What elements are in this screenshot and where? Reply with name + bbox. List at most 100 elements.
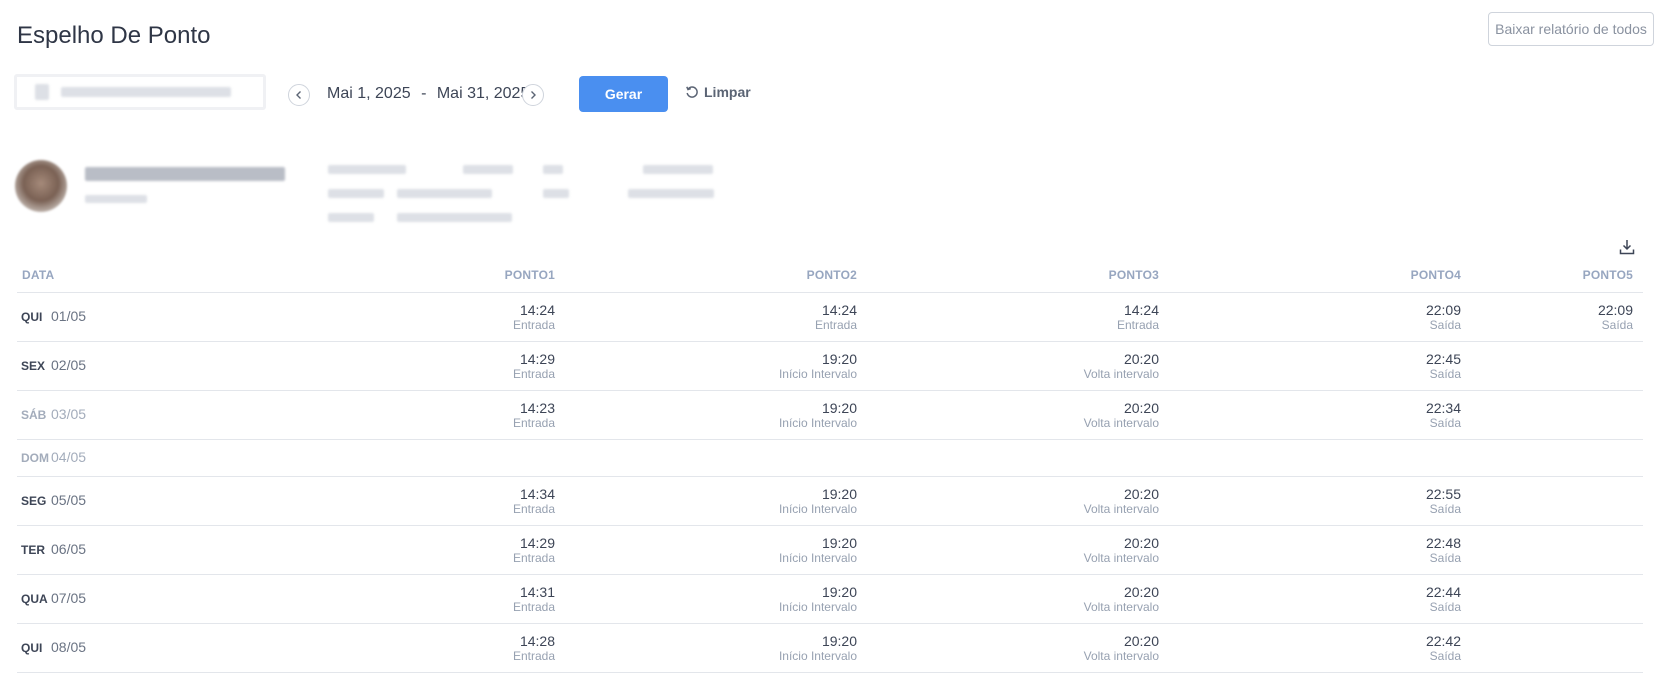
punch-cell-1: 14:29 Entrada bbox=[263, 341, 565, 391]
chevron-right-icon bbox=[531, 91, 536, 99]
punch-cell-5 bbox=[1471, 574, 1643, 624]
weekday-label: QUA bbox=[21, 592, 48, 606]
punch-type: Saída bbox=[1601, 317, 1633, 332]
header-ponto4: PONTO4 bbox=[1169, 258, 1471, 293]
punch-type: Saída bbox=[1429, 648, 1461, 663]
date-label: 07/05 bbox=[51, 590, 87, 606]
punch-time: 14:31 bbox=[519, 583, 555, 600]
punch-type: Início Intervalo bbox=[778, 415, 857, 430]
punch-cell-3: 20:20 Volta intervalo bbox=[867, 574, 1169, 624]
punch-type: Início Intervalo bbox=[778, 501, 857, 516]
punch-cell-4: 22:42 Saída bbox=[1169, 623, 1471, 673]
weekday-label: SÁB bbox=[21, 408, 47, 422]
employee-select[interactable] bbox=[14, 74, 266, 110]
table-row: SÁB 03/05 14:23 Entrada 19:20 Início Interval… bbox=[17, 390, 1643, 440]
punch-time: 20:20 bbox=[1123, 632, 1159, 649]
date-cell: SEX 02/05 bbox=[17, 341, 263, 391]
punch-cell-5 bbox=[1471, 439, 1643, 477]
punch-time: 22:09 bbox=[1425, 301, 1461, 318]
punch-cell-1: 14:28 Entrada bbox=[263, 623, 565, 673]
punch-time: 14:24 bbox=[1123, 301, 1159, 318]
punch-type: Entrada bbox=[512, 366, 555, 381]
punch-time: 19:20 bbox=[821, 350, 857, 367]
punch-cell-1: 14:31 Entrada bbox=[263, 574, 565, 624]
chevron-left-icon bbox=[296, 91, 301, 99]
download-icon[interactable] bbox=[1618, 238, 1636, 256]
punch-cell-2: 19:20 Início Intervalo bbox=[565, 341, 867, 391]
weekday-label: SEG bbox=[21, 494, 47, 508]
clear-button[interactable]: Limpar bbox=[685, 84, 751, 100]
punch-cell-4: 22:34 Saída bbox=[1169, 390, 1471, 440]
punch-type: Volta intervalo bbox=[1083, 501, 1159, 516]
punch-cell-2: 14:24 Entrada bbox=[565, 292, 867, 342]
date-label: 03/05 bbox=[51, 406, 87, 422]
generate-button[interactable]: Gerar bbox=[579, 76, 668, 112]
punch-type: Saída bbox=[1429, 599, 1461, 614]
punch-cell-4: 22:55 Saída bbox=[1169, 476, 1471, 526]
employee-select-value-redacted bbox=[61, 87, 231, 97]
punch-type: Saída bbox=[1429, 317, 1461, 332]
punch-type: Entrada bbox=[512, 415, 555, 430]
punch-type: Volta intervalo bbox=[1083, 415, 1159, 430]
punch-time: 22:44 bbox=[1425, 583, 1461, 600]
punch-time: 22:09 bbox=[1597, 301, 1633, 318]
punch-cell-5 bbox=[1471, 623, 1643, 673]
punch-cell-4: 22:48 Saída bbox=[1169, 525, 1471, 575]
punch-time: 22:34 bbox=[1425, 399, 1461, 416]
punch-type: Entrada bbox=[512, 317, 555, 332]
punch-cell-2: 19:20 Início Intervalo bbox=[565, 525, 867, 575]
punch-time: 19:20 bbox=[821, 485, 857, 502]
date-label: 02/05 bbox=[51, 357, 87, 373]
punch-time: 14:29 bbox=[519, 534, 555, 551]
date-label: 05/05 bbox=[51, 492, 87, 508]
date-label: 08/05 bbox=[51, 639, 87, 655]
table-row: QUI 08/05 14:28 Entrada 19:20 Início Interval… bbox=[17, 623, 1643, 673]
punch-cell-1: 14:29 Entrada bbox=[263, 525, 565, 575]
punch-type: Saída bbox=[1429, 366, 1461, 381]
header-ponto2: PONTO2 bbox=[565, 258, 867, 293]
punch-type: Saída bbox=[1429, 415, 1461, 430]
punch-cell-1 bbox=[263, 439, 565, 477]
punch-type: Início Intervalo bbox=[778, 366, 857, 381]
date-label: 06/05 bbox=[51, 541, 87, 557]
punch-cell-4: 22:44 Saída bbox=[1169, 574, 1471, 624]
punch-cell-4 bbox=[1169, 439, 1471, 477]
date-end: Mai 31, 2025 bbox=[436, 85, 530, 102]
weekday-label: QUI bbox=[21, 641, 43, 655]
table-row: SEG 05/05 14:34 Entrada 19:20 Início Interval… bbox=[17, 476, 1643, 526]
punch-time: 22:45 bbox=[1425, 350, 1461, 367]
weekday-label: SEX bbox=[21, 359, 46, 373]
punch-cell-1: 14:24 Entrada bbox=[263, 292, 565, 342]
punch-time: 14:28 bbox=[519, 632, 555, 649]
table-row: QUI 01/05 14:24 Entrada 14:24 Entrada 14:24 Ent… bbox=[17, 292, 1643, 342]
clear-button-label: Limpar bbox=[704, 84, 751, 100]
punch-type: Entrada bbox=[512, 599, 555, 614]
punch-time: 14:24 bbox=[821, 301, 857, 318]
punch-cell-2: 19:20 Início Intervalo bbox=[565, 623, 867, 673]
date-range[interactable]: Mai 1, 2025 - Mai 31, 2025 bbox=[327, 85, 529, 103]
punch-type: Início Intervalo bbox=[778, 550, 857, 565]
punch-cell-5 bbox=[1471, 341, 1643, 391]
punch-cell-5 bbox=[1471, 525, 1643, 575]
next-period-button[interactable] bbox=[522, 84, 544, 106]
punch-type: Entrada bbox=[512, 550, 555, 565]
punch-cell-3: 20:20 Volta intervalo bbox=[867, 525, 1169, 575]
punch-type: Volta intervalo bbox=[1083, 599, 1159, 614]
weekday-label: QUI bbox=[21, 310, 43, 324]
punch-type: Saída bbox=[1429, 550, 1461, 565]
date-start: Mai 1, 2025 bbox=[327, 85, 411, 102]
download-all-report-button[interactable]: Baixar relatório de todos bbox=[1488, 12, 1654, 46]
date-label: 01/05 bbox=[51, 308, 87, 324]
weekday-label: TER bbox=[21, 543, 45, 557]
punch-cell-4: 22:45 Saída bbox=[1169, 341, 1471, 391]
punch-time: 22:42 bbox=[1425, 632, 1461, 649]
date-label: 04/05 bbox=[51, 449, 87, 465]
table-header-row: DATA PONTO1 PONTO2 PONTO3 PONTO4 PONTO5 bbox=[17, 258, 1643, 293]
punch-cell-3: 14:24 Entrada bbox=[867, 292, 1169, 342]
punch-cell-5 bbox=[1471, 476, 1643, 526]
punch-time: 14:29 bbox=[519, 350, 555, 367]
prev-period-button[interactable] bbox=[288, 84, 310, 106]
table-row: SEX 02/05 14:29 Entrada 19:20 Início Interval… bbox=[17, 341, 1643, 391]
header-ponto1: PONTO1 bbox=[263, 258, 565, 293]
punch-cell-5: 22:09 Saída bbox=[1471, 292, 1643, 342]
